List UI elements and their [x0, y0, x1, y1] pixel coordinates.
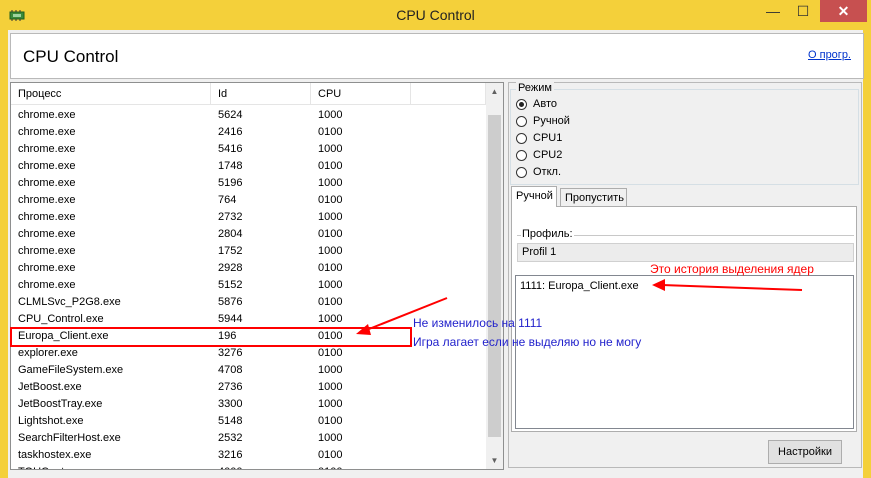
annotation-arrow-history-head — [652, 279, 665, 291]
annotation-arrow-history — [661, 284, 803, 291]
tab-manual[interactable]: Ручной — [511, 186, 557, 207]
annotation-arrow-row — [363, 297, 448, 332]
annotation-arrows — [356, 279, 803, 335]
annotation-arrow-row-head — [356, 324, 371, 335]
